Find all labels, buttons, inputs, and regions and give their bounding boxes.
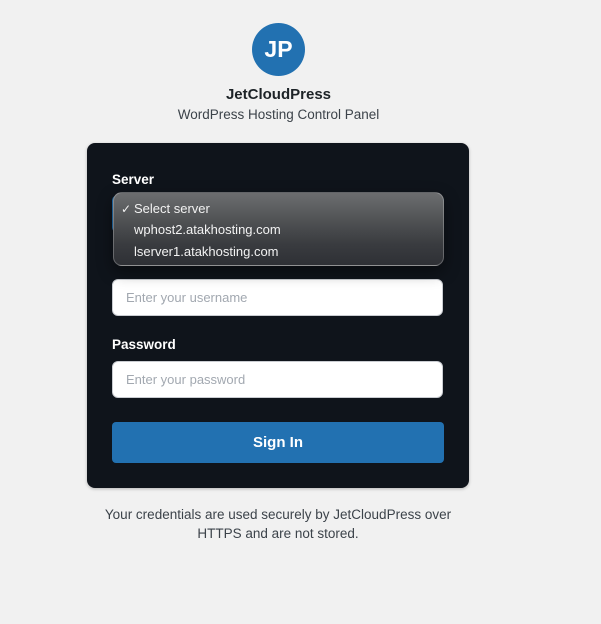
username-input[interactable] xyxy=(112,279,443,316)
security-note: Your credentials are used securely by Je… xyxy=(104,507,452,541)
password-label: Password xyxy=(112,337,176,352)
checkmark-icon: ✓ xyxy=(121,202,132,216)
password-input[interactable] xyxy=(112,361,443,398)
server-option-select-server[interactable]: ✓ Select server xyxy=(114,198,443,220)
brand-name: JetCloudPress xyxy=(225,86,332,103)
server-option-wphost2[interactable]: wphost2.atakhosting.com xyxy=(114,219,443,241)
server-option-label: wphost2.atakhosting.com xyxy=(134,222,281,237)
brand-initials: JP xyxy=(264,36,293,62)
server-option-label: Select server xyxy=(134,201,210,216)
server-option-label: lserver1.atakhosting.com xyxy=(134,244,279,259)
server-option-lserver1[interactable]: lserver1.atakhosting.com xyxy=(114,241,443,263)
brand-tagline: WordPress Hosting Control Panel xyxy=(177,107,380,122)
brand-logo-avatar: JP xyxy=(252,23,305,76)
server-dropdown-menu: ✓ Select server wphost2.atakhosting.com … xyxy=(113,192,444,266)
sign-in-button[interactable]: Sign In xyxy=(112,422,444,463)
server-label: Server xyxy=(112,172,155,187)
